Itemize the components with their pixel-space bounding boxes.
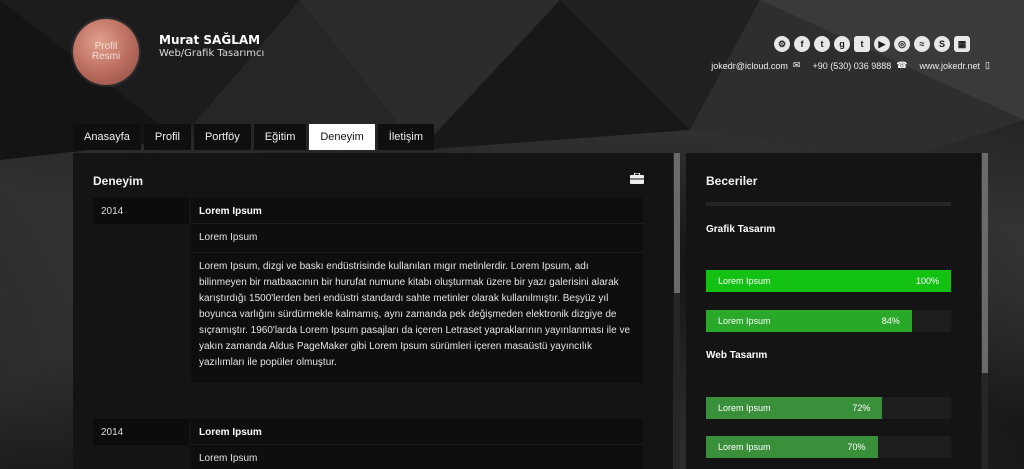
- skill-bar: Lorem Ipsum 84%: [706, 310, 951, 332]
- experience-entry-title: Lorem Ipsum: [191, 198, 643, 224]
- experience-entry-subtitle: Lorem Ipsum: [191, 224, 643, 253]
- skills-title: Beceriler: [706, 174, 758, 188]
- experience-year: 2014: [93, 419, 189, 445]
- google-plus-icon[interactable]: g: [834, 36, 850, 52]
- skills-scrollbar[interactable]: [982, 153, 988, 373]
- blog-icon[interactable]: ≈: [914, 36, 930, 52]
- experience-title: Deneyim: [93, 174, 144, 188]
- skill-label: Lorem Ipsum: [718, 316, 771, 326]
- tumblr-icon[interactable]: t: [854, 36, 870, 52]
- skill-bar-fill: Lorem Ipsum 84%: [706, 310, 912, 332]
- skill-category: Grafik Tasarım: [706, 224, 776, 235]
- instagram-icon[interactable]: ◎: [894, 36, 910, 52]
- mobile-icon: ▯: [985, 60, 990, 70]
- experience-entry-subtitle: Lorem Ipsum: [191, 445, 643, 469]
- main-nav: Anasayfa Profil Portföy Eğitim Deneyim İ…: [73, 124, 434, 150]
- skills-divider: [706, 202, 951, 206]
- website-text: www.jokedr.net: [919, 60, 981, 71]
- contact-website[interactable]: www.jokedr.net ▯: [920, 60, 990, 71]
- experience-scrollbar[interactable]: [674, 153, 680, 293]
- skill-bar: Lorem Ipsum 72%: [706, 397, 951, 419]
- tab-profil[interactable]: Profil: [143, 124, 191, 150]
- skype-icon[interactable]: S: [934, 36, 950, 52]
- skill-category: Web Tasarım: [706, 350, 768, 361]
- tab-portfoy[interactable]: Portföy: [193, 124, 251, 150]
- skill-percent: 100%: [915, 276, 939, 286]
- envelope-icon: ✉: [792, 60, 801, 70]
- telephone-icon: ☎: [896, 60, 908, 70]
- skill-label: Lorem Ipsum: [718, 276, 771, 286]
- social-links: ⚙ f t g t ▶ ◎ ≈ S ▦: [774, 36, 970, 52]
- profile-avatar[interactable]: Profil Resmi: [73, 19, 139, 85]
- steam-icon[interactable]: ⚙: [774, 36, 790, 52]
- experience-entry: Lorem Ipsum Lorem Ipsum Lorem Ipsum, diz…: [191, 198, 643, 383]
- profile-name: Murat SAĞLAM: [159, 33, 261, 47]
- contact-email[interactable]: jokedr@icloud.com ✉: [711, 60, 800, 71]
- skill-label: Lorem Ipsum: [718, 403, 771, 413]
- phone-text: +90 (530) 036 9888: [812, 60, 892, 71]
- skill-bar-fill: Lorem Ipsum 100%: [706, 270, 951, 292]
- skill-percent: 84%: [881, 316, 900, 326]
- skill-percent: 70%: [847, 442, 866, 452]
- contact-info: jokedr@icloud.com ✉ +90 (530) 036 9888 ☎…: [711, 60, 990, 71]
- skill-label: Lorem Ipsum: [718, 442, 771, 452]
- profile-role: Web/Grafik Tasarımcı: [159, 48, 265, 59]
- skill-bar: Lorem Ipsum 100%: [706, 270, 951, 292]
- experience-year: 2014: [93, 198, 189, 224]
- skill-percent: 72%: [852, 403, 871, 413]
- skill-bar: Lorem Ipsum 70%: [706, 436, 951, 458]
- avatar-placeholder-text: Profil Resmi: [91, 41, 121, 62]
- briefcase-icon: [630, 173, 644, 184]
- email-text: jokedr@icloud.com: [711, 60, 788, 71]
- experience-entry-description: Lorem Ipsum, dizgi ve baskı endüstrisind…: [199, 261, 631, 368]
- experience-entry-title: Lorem Ipsum: [191, 419, 643, 445]
- tab-deneyim[interactable]: Deneyim: [309, 124, 375, 150]
- contact-phone[interactable]: +90 (530) 036 9888 ☎: [812, 60, 907, 71]
- youtube-icon[interactable]: ▶: [874, 36, 890, 52]
- skill-bar-fill: Lorem Ipsum 70%: [706, 436, 878, 458]
- facebook-icon[interactable]: f: [794, 36, 810, 52]
- phone-icon[interactable]: ▦: [954, 36, 970, 52]
- tab-iletisim[interactable]: İletişim: [377, 124, 434, 150]
- twitter-icon[interactable]: t: [814, 36, 830, 52]
- skill-bar-fill: Lorem Ipsum 72%: [706, 397, 883, 419]
- tab-anasayfa[interactable]: Anasayfa: [73, 124, 141, 150]
- tab-egitim[interactable]: Eğitim: [253, 124, 307, 150]
- experience-entry: Lorem Ipsum Lorem Ipsum: [191, 419, 643, 469]
